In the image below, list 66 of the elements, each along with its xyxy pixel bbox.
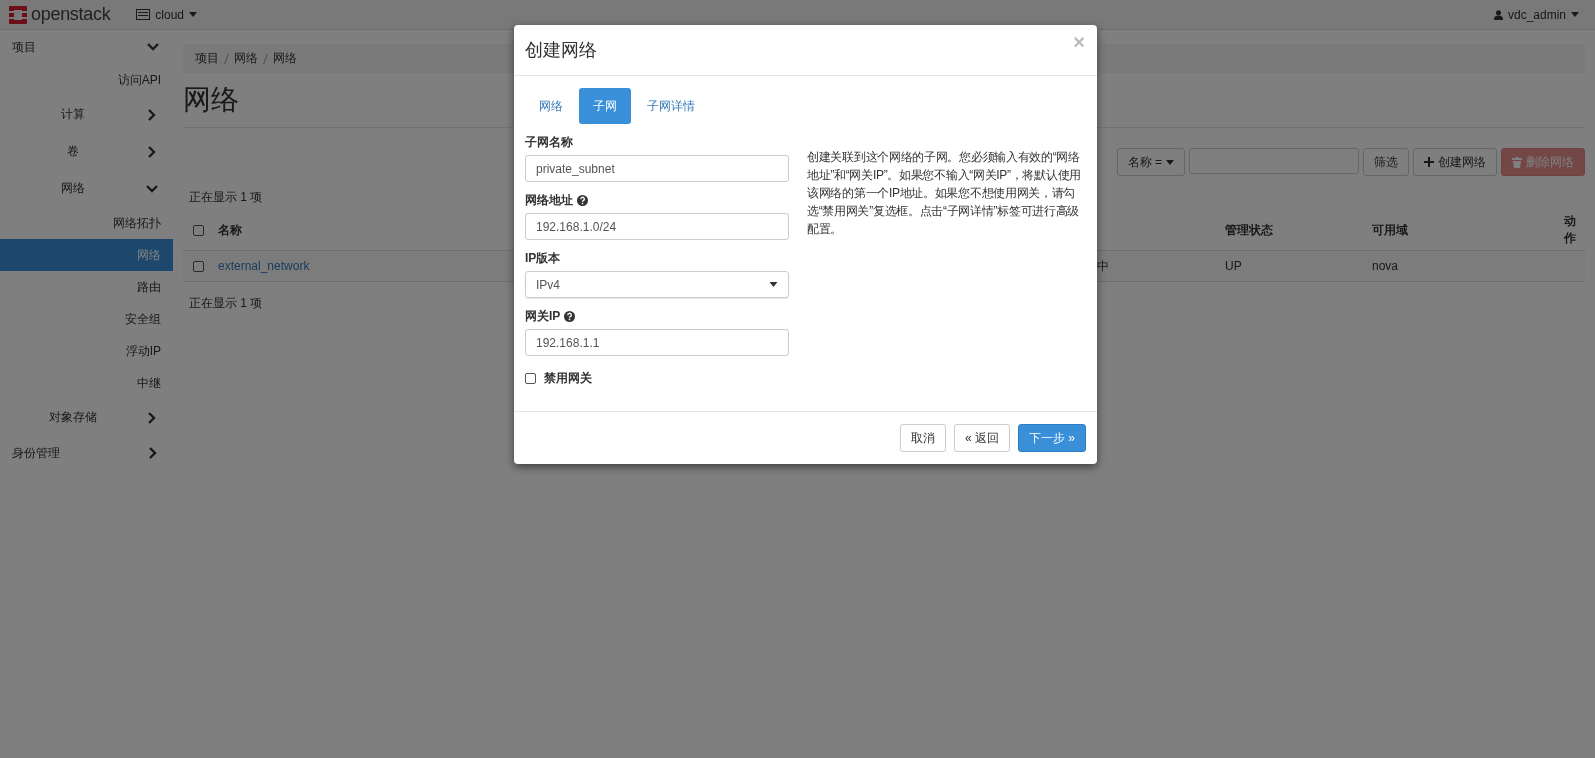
tab[interactable]: 网络 [525,88,577,124]
table-cell-text: 中 [1097,257,1110,275]
chevron-icon [146,182,158,195]
caret-icon [189,12,198,17]
sidebar-group[interactable]: 对象存储 [0,399,173,436]
checkbox-label: 禁用网关 [544,370,592,387]
dialog-button[interactable]: « 返回 [953,424,1010,452]
breadcrumb-item[interactable]: 项目 [195,50,219,67]
sidebar-item[interactable]: 路由 [0,271,173,303]
table-cell-text: UP [1225,259,1243,273]
field-label: 网关IP [525,307,561,325]
create-button[interactable]: 创建网络 [1413,148,1497,176]
filter-input[interactable] [1189,148,1359,174]
user-icon [1493,9,1503,20]
next-button[interactable]: 下一步 » [1018,424,1086,452]
tab[interactable]: 子网详情 [633,88,709,124]
input-field[interactable]: private_subnet [525,155,789,182]
logo-icon [8,4,28,25]
sidebar-group[interactable]: 项目 [0,30,173,64]
caret-icon [1166,159,1174,165]
column-header[interactable]: 管理状态 [1225,221,1372,239]
caret-icon [1571,12,1579,17]
sidebar-item[interactable]: 网络 [0,239,173,271]
item-count: 正在显示 1 项 [188,295,263,312]
field-label: 子网名称 [525,133,573,151]
filter-field-dropdown[interactable]: 名称 = [1116,148,1185,176]
checkbox[interactable] [193,260,204,272]
select-field[interactable]: IPv4 [525,271,789,298]
help-text: 创建关联到这个网络的子网。您必须输入有效的“网络地址”和“网关IP”。如果您不输入“网关IP”，将默认使用该网络的第一个IP地址。如果您不想使用网关，请勾选“禁用网关”复选框。点击“子网详情”标签可进行高级配置。 [807,149,1082,238]
item-count: 正在显示 1 项 [188,189,263,206]
sidebar-item[interactable]: 网络拓扑 [0,207,173,239]
project-selector[interactable]: cloud [132,7,202,22]
user-menu[interactable]: vdc_admin [1489,7,1583,22]
field-label: IP版本 [525,249,561,267]
sidebar-item[interactable]: 访问API [0,64,173,96]
monitor-icon [136,9,151,20]
plus-icon [1424,157,1434,167]
sidebar-group[interactable]: 卷 [0,133,173,170]
filter-button[interactable]: 筛选 [1363,148,1409,176]
chevron-icon [147,41,159,53]
breadcrumb-item[interactable]: 网络 [234,50,258,67]
column-header[interactable]: 可用域 [1372,221,1564,239]
modal-title: 创建网络 [525,39,597,62]
sidebar-group[interactable]: 计算 [0,96,173,133]
help-icon[interactable] [564,310,576,322]
chevron-icon [147,447,159,459]
sidebar-group[interactable]: 身份管理 [0,436,173,470]
chevron-icon [146,411,158,424]
breadcrumb-item[interactable]: 网络 [273,50,297,67]
dialog-button[interactable]: 取消 [899,424,946,452]
chevron-icon [146,145,158,158]
help-icon[interactable] [577,194,588,206]
chevron-icon [146,108,158,121]
tab[interactable]: 子网 [579,88,631,124]
column-header: 动作 [1564,213,1577,247]
checkbox[interactable] [525,373,536,384]
sidebar-item[interactable]: 安全组 [0,303,173,335]
input-field[interactable]: 192.168.1.1 [525,329,789,356]
checkbox[interactable] [193,224,204,236]
sidebar-group[interactable]: 网络 [0,170,173,207]
sidebar-item[interactable]: 浮动IP [0,335,173,367]
input-field[interactable]: 192.168.1.0/24 [525,213,789,240]
table-cell-text: nova [1372,259,1400,273]
field-label: 网络地址 [525,191,573,209]
sidebar-item[interactable]: 中继 [0,367,173,399]
brand-name: openstack [31,4,111,25]
